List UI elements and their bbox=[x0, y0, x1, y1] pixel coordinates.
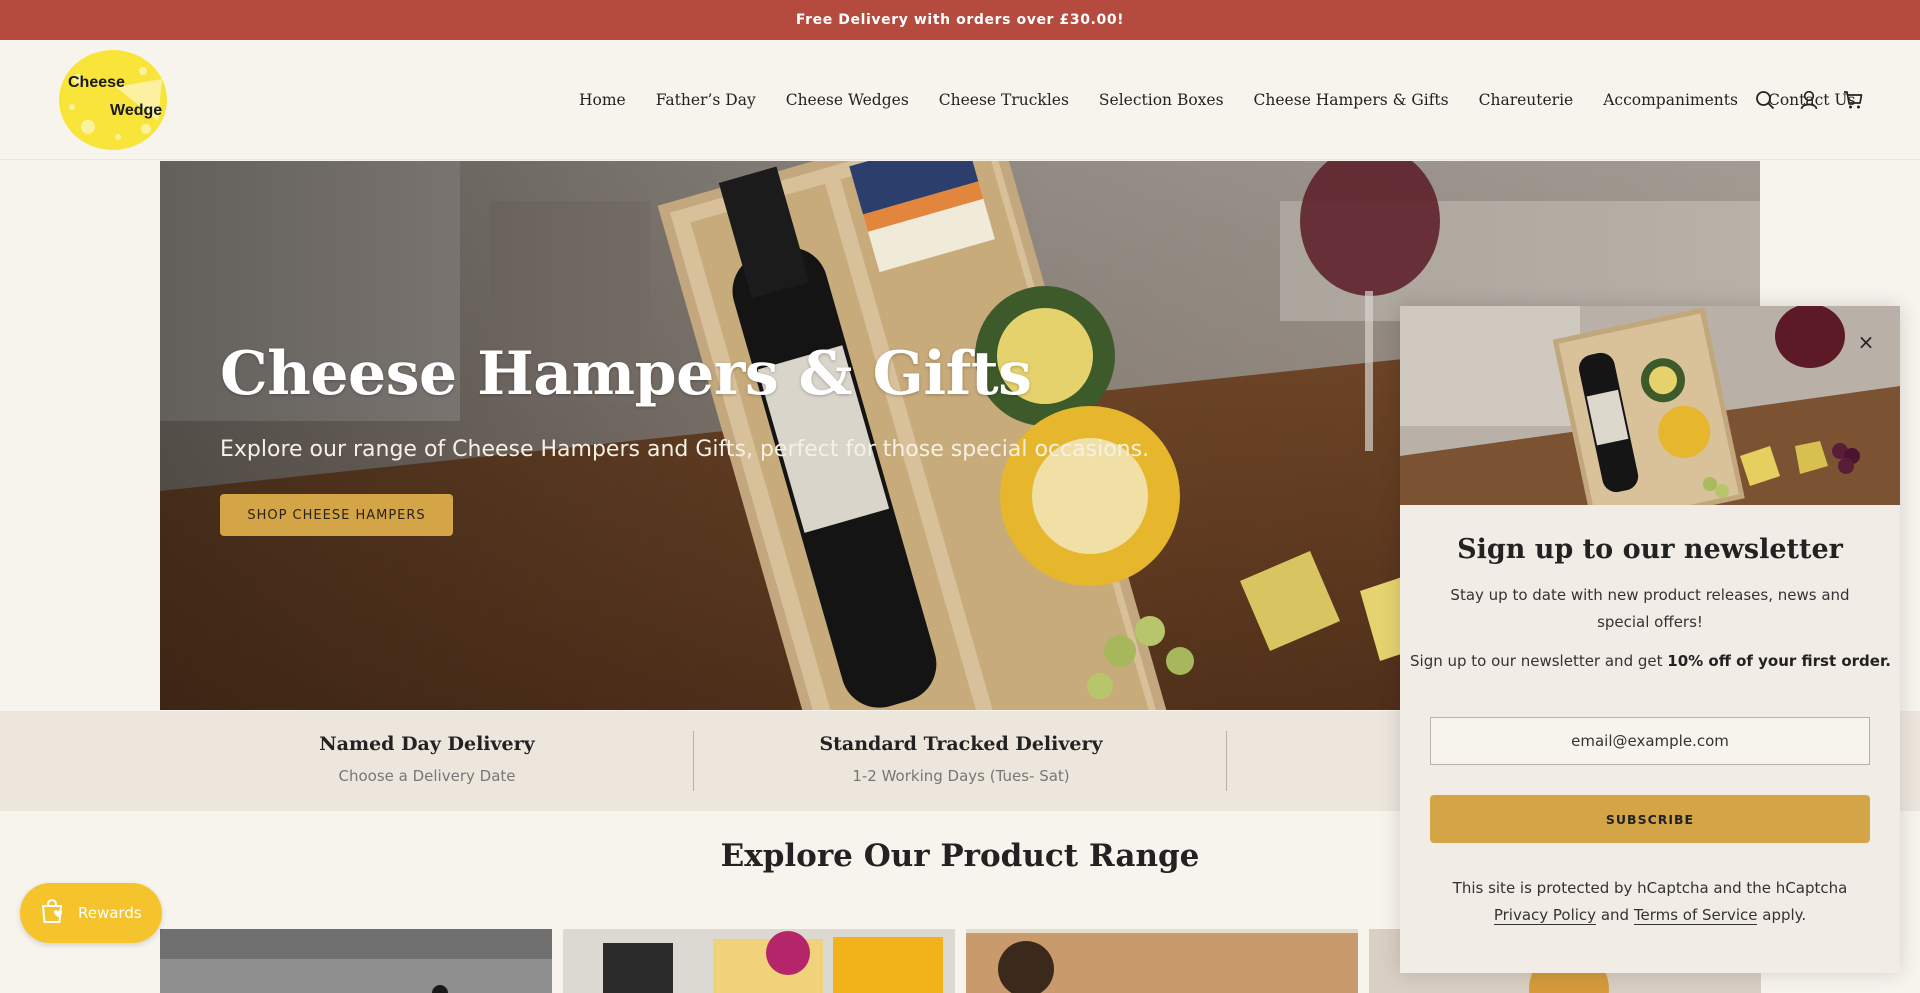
popup-title: Sign up to our newsletter bbox=[1457, 534, 1843, 565]
rewards-label: Rewards bbox=[78, 904, 142, 922]
nav-chareuterie[interactable]: Chareuterie bbox=[1479, 91, 1574, 109]
popup-offer-text: Sign up to our newsletter and get bbox=[1410, 652, 1668, 670]
product-tile[interactable] bbox=[160, 929, 552, 993]
announcement-text: Free Delivery with orders over £30.00! bbox=[795, 12, 1125, 28]
nav-cheese-wedges[interactable]: Cheese Wedges bbox=[786, 91, 909, 109]
captcha-legal: This site is protected by hCaptcha and t… bbox=[1420, 875, 1880, 929]
terms-of-service-link[interactable]: Terms of Service bbox=[1633, 906, 1758, 925]
main-nav: Home Father’s Day Cheese Wedges Cheese T… bbox=[579, 40, 1855, 160]
popup-offer-bold: 10% off of your first order. bbox=[1667, 652, 1891, 670]
site-header: Cheese Wedge Home Father’s Day Cheese We… bbox=[0, 40, 1920, 160]
nav-home[interactable]: Home bbox=[579, 91, 626, 109]
nav-cheese-truckles[interactable]: Cheese Truckles bbox=[939, 91, 1069, 109]
nav-fathers-day[interactable]: Father’s Day bbox=[656, 91, 756, 109]
nav-accompaniments[interactable]: Accompaniments bbox=[1603, 91, 1738, 109]
announcement-bar: Free Delivery with orders over £30.00! bbox=[0, 0, 1920, 40]
shop-cheese-hampers-button[interactable]: SHOP CHEESE HAMPERS bbox=[220, 494, 453, 536]
cart-icon[interactable] bbox=[1842, 89, 1864, 111]
legal-and: and bbox=[1600, 906, 1630, 924]
rewards-bag-icon bbox=[38, 897, 66, 929]
logo[interactable]: Cheese Wedge bbox=[58, 49, 168, 151]
usp-text: 1-2 Working Days (Tues- Sat) bbox=[852, 767, 1070, 785]
product-tile[interactable] bbox=[966, 929, 1358, 993]
hero-subtitle: Explore our range of Cheese Hampers and … bbox=[220, 437, 1150, 462]
legal-prefix: This site is protected by hCaptcha and t… bbox=[1452, 879, 1848, 897]
usp-title: Standard Tracked Delivery bbox=[819, 733, 1103, 755]
nav-selection-boxes[interactable]: Selection Boxes bbox=[1099, 91, 1224, 109]
legal-suffix: apply. bbox=[1762, 906, 1807, 924]
popup-offer: Sign up to our newsletter and get 10% of… bbox=[1410, 652, 1891, 670]
popup-text: Stay up to date with new product release… bbox=[1450, 586, 1850, 631]
usp-title: Named Day Delivery bbox=[319, 733, 535, 755]
popup-image bbox=[1400, 306, 1900, 505]
privacy-policy-link[interactable]: Privacy Policy bbox=[1493, 906, 1597, 925]
hero-title: Cheese Hampers & Gifts bbox=[220, 339, 1032, 409]
nav-cheese-hampers[interactable]: Cheese Hampers & Gifts bbox=[1254, 91, 1449, 109]
usp-standard-delivery: Standard Tracked Delivery 1-2 Working Da… bbox=[694, 711, 1228, 811]
header-icons bbox=[1754, 40, 1864, 160]
logo-text-2: Wedge bbox=[110, 102, 162, 119]
usp-text: Choose a Delivery Date bbox=[338, 767, 516, 785]
rewards-launcher[interactable]: Rewards bbox=[20, 883, 162, 943]
newsletter-popup: × Sign up to our newsletter Stay up to d… bbox=[1400, 306, 1900, 973]
usp-named-day: Named Day Delivery Choose a Delivery Dat… bbox=[160, 711, 694, 811]
logo-text-1: Cheese bbox=[68, 74, 125, 91]
subscribe-button[interactable]: SUBSCRIBE bbox=[1430, 795, 1870, 843]
product-tile[interactable] bbox=[563, 929, 955, 993]
close-popup-button[interactable]: × bbox=[1854, 330, 1878, 354]
email-field[interactable] bbox=[1430, 717, 1870, 765]
account-icon[interactable] bbox=[1798, 89, 1820, 111]
search-icon[interactable] bbox=[1754, 89, 1776, 111]
